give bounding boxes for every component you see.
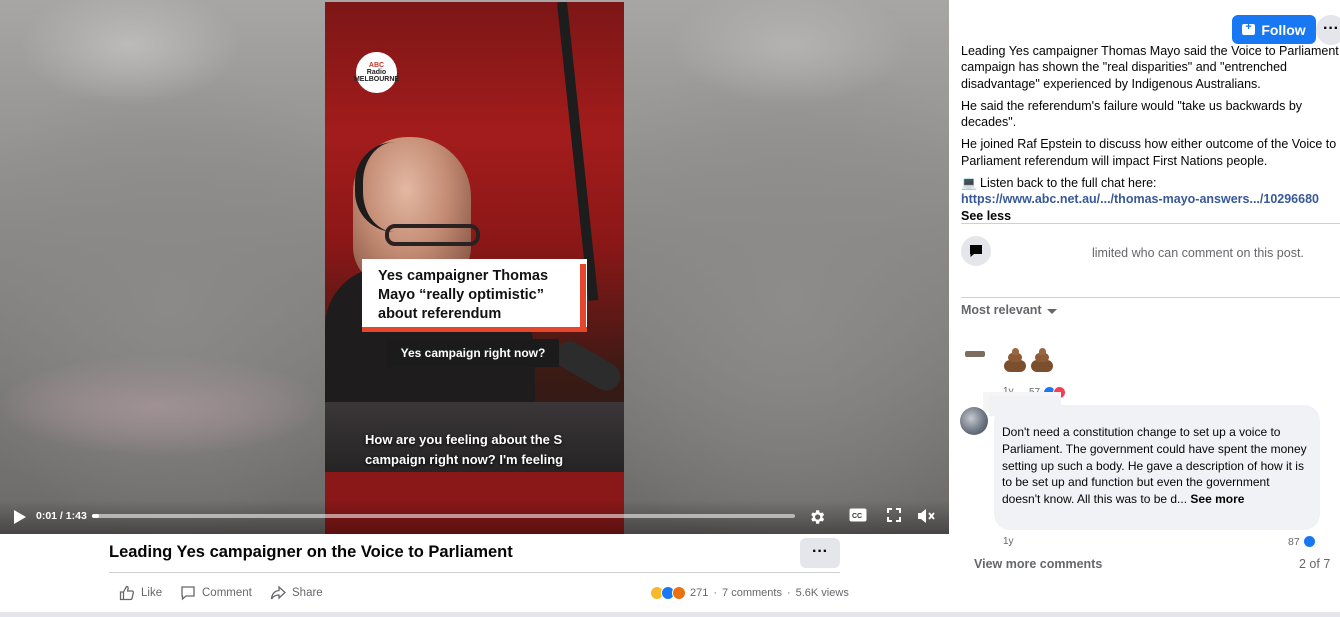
angry-reaction-icon [672, 586, 686, 600]
captions-icon[interactable]: CC [847, 506, 869, 528]
separator-dot: · [786, 587, 791, 599]
separator-dot: · [713, 587, 718, 599]
page-bottom-strip [0, 612, 1340, 617]
sort-label: Most relevant [961, 303, 1042, 317]
glasses [385, 224, 480, 246]
subtitle-chip: Yes campaign right now? [387, 339, 559, 367]
poo-emoji-icon [1028, 348, 1055, 374]
comment-limited-icon [961, 236, 991, 266]
video-title: Leading Yes campaigner on the Voice to P… [109, 543, 513, 561]
play-icon[interactable] [11, 508, 27, 526]
caret-down-icon [1046, 309, 1057, 314]
comment-emoji-content [1001, 348, 1055, 381]
commenter-avatar[interactable] [965, 351, 985, 357]
microphone [550, 336, 624, 396]
comment-time[interactable]: 1y [1003, 536, 1014, 547]
svg-text:CC: CC [852, 513, 862, 520]
post-paragraph: He said the referendum's failure would "… [961, 98, 1303, 130]
divider [109, 572, 840, 573]
more-options-button[interactable]: ··· [1316, 15, 1340, 45]
comment-reactions[interactable]: 87 [1288, 535, 1316, 548]
divider [961, 297, 1340, 298]
see-less-link[interactable]: See less [961, 209, 1011, 223]
comment-text: Don't need a constitution change to set … [1002, 425, 1307, 507]
comments-count[interactable]: 7 comments [722, 587, 782, 599]
post-description: Leading Yes campaigner Thomas Mayo said … [961, 43, 1339, 224]
logo-radio-text: Radio [366, 69, 387, 76]
share-arrow-icon [270, 585, 286, 600]
follow-plus-icon [1242, 21, 1256, 35]
post-paragraph: He joined Raf Epstein to discuss how eit… [961, 137, 1337, 168]
comment-bubble: Don't need a constitution change to set … [994, 405, 1320, 530]
mic-stand [557, 2, 599, 301]
fullscreen-icon[interactable] [883, 506, 905, 528]
comment-label: Comment [202, 587, 252, 599]
divider [961, 223, 1340, 224]
share-label: Share [292, 587, 323, 599]
video-player[interactable]: ABC Radio MELBOURNE Yes campaigner Thoma… [0, 0, 949, 534]
logo-station-text: MELBOURNE [353, 76, 400, 83]
article-link[interactable]: https://www.abc.net.au/.../thomas-mayo-a… [961, 192, 1319, 206]
comment-bubble-icon [181, 586, 195, 601]
comment-limit-notice: limited who can comment on this post. [1092, 246, 1304, 260]
facebook-video-post: ABC Radio MELBOURNE Yes campaigner Thoma… [0, 0, 1340, 617]
video-subtitle: How are you feeling about the S campaign… [365, 432, 564, 467]
logo-abc-text: ABC [368, 62, 385, 69]
follow-label: Follow [1261, 21, 1306, 38]
comment-sort-dropdown[interactable]: Most relevant [961, 303, 1057, 317]
like-button[interactable]: Like [119, 584, 162, 602]
video-controls: 0:01 / 1:43 CC [0, 500, 949, 534]
listen-text: 💻 Listen back to the full chat here: [961, 176, 1157, 191]
reaction-icons[interactable] [650, 586, 686, 600]
abc-radio-melbourne-logo: ABC Radio MELBOURNE [353, 52, 400, 93]
thumbs-up-icon [119, 585, 134, 601]
view-more-comments-link[interactable]: View more comments [974, 557, 1102, 571]
post-paragraph: Leading Yes campaigner Thomas Mayo said … [961, 44, 1339, 91]
post-sidebar: Follow ··· Leading Yes campaigner Thomas… [949, 0, 1340, 612]
post-options-button[interactable]: ··· [800, 538, 840, 568]
mute-speaker-icon[interactable] [915, 506, 937, 528]
see-more-link[interactable]: See more [1190, 492, 1244, 506]
follow-button[interactable]: Follow [1232, 15, 1316, 44]
like-reaction-icon [1302, 535, 1316, 548]
reaction-count[interactable]: 271 [690, 587, 708, 599]
comment-reaction-count: 87 [1288, 535, 1300, 548]
caption-card: Yes campaigner Thomas Mayo “really optim… [362, 259, 587, 332]
poo-emoji-icon [1001, 348, 1028, 374]
progress-bar[interactable] [92, 514, 795, 518]
settings-gear-icon[interactable] [806, 506, 828, 528]
comment-pager: 2 of 7 [1299, 557, 1331, 571]
video-frame[interactable]: ABC Radio MELBOURNE Yes campaigner Thoma… [325, 2, 624, 534]
post-paragraph: 💻 Listen back to the full chat here: htt… [961, 175, 1339, 224]
progress-fill [92, 514, 100, 518]
share-button[interactable]: Share [270, 584, 323, 602]
caption-card-accent [580, 264, 586, 332]
commenter-avatar[interactable] [960, 407, 988, 435]
comment-button[interactable]: Comment [180, 584, 252, 602]
post-footer: Leading Yes campaigner on the Voice to P… [0, 534, 949, 612]
post-stats: 271 · 7 comments · 5.6K views [650, 584, 849, 602]
redacted-name [989, 396, 1061, 416]
like-label: Like [141, 587, 163, 599]
views-count: 5.6K views [795, 587, 849, 599]
video-time: 0:01 / 1:43 [36, 510, 87, 522]
